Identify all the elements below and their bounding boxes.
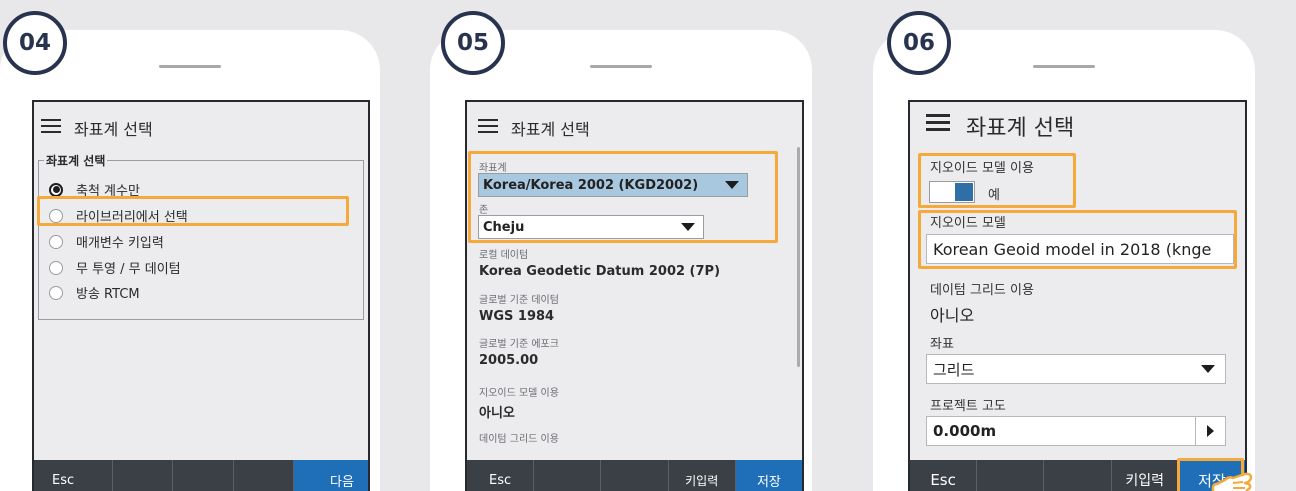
global-datum-label: 글로벌 기준 데이텀 — [479, 295, 559, 306]
phone-speaker — [159, 65, 221, 68]
phone-frame-04: 좌표계 선택 좌표계 선택 축척 계수만 라이브러리에서 선택 매개변수 키입력… — [0, 30, 380, 491]
global-epoch-value: 2005.00 — [479, 353, 539, 368]
empty-softkey[interactable] — [601, 460, 669, 491]
option-label: 방송 RTCM — [76, 287, 140, 302]
local-datum-value: Korea Geodetic Datum 2002 (7P) — [479, 264, 721, 279]
bottom-button-bar: Esc 다음 — [34, 460, 368, 491]
empty-softkey[interactable] — [534, 460, 602, 491]
datum-grid-value: 아니오 — [930, 306, 975, 325]
option-label: 매개변수 키입력 — [76, 236, 164, 251]
hamburger-icon[interactable] — [926, 114, 950, 131]
bottom-button-bar: Esc 키입력 저장 — [467, 460, 802, 491]
option-no-projection-no-datum[interactable]: 무 투영 / 무 데이텀 — [49, 258, 181, 277]
radio-selected[interactable] — [49, 182, 63, 197]
coordinates-label: 좌표 — [930, 337, 954, 352]
esc-button[interactable]: Esc — [34, 460, 113, 491]
page-title: 좌표계 선택 — [74, 120, 153, 139]
caret-down-icon — [1201, 365, 1215, 373]
phone-frame-06: 좌표계 선택 지오이드 모델 이용 예 지오이드 모델 Korean Geoid… — [873, 30, 1255, 491]
empty-softkey[interactable] — [977, 460, 1045, 491]
highlight-coordinate-system — [468, 151, 778, 243]
datum-grid-label: 데이텀 그리드 이용 — [479, 434, 559, 445]
group-legend: 좌표계 선택 — [44, 152, 108, 169]
hamburger-icon[interactable] — [41, 119, 61, 133]
option-label: 무 투영 / 무 데이텀 — [76, 262, 181, 277]
scrollbar[interactable] — [797, 147, 800, 367]
next-button[interactable]: 다음 — [294, 460, 368, 491]
project-height-label: 프로젝트 고도 — [930, 399, 1006, 414]
project-height-field[interactable]: 0.000m — [926, 416, 1226, 446]
geoid-use-label: 지오이드 모델 이용 — [479, 388, 559, 399]
global-epoch-label: 글로벌 기준 에포크 — [479, 339, 559, 350]
page-title: 좌표계 선택 — [511, 120, 590, 139]
key-in-button[interactable]: 키입력 — [1112, 460, 1179, 491]
step-badge-05: 05 — [441, 11, 505, 75]
radio[interactable] — [49, 260, 63, 275]
arrow-right-icon — [1207, 425, 1214, 437]
coordinates-select[interactable]: 그리드 — [926, 354, 1226, 384]
highlight-library-option — [37, 196, 349, 226]
empty-softkey[interactable] — [1044, 460, 1112, 491]
step-badge-06: 06 — [887, 11, 951, 75]
radio[interactable] — [49, 234, 63, 249]
key-in-button[interactable]: 키입력 — [669, 460, 736, 491]
highlight-geoid-use — [918, 153, 1076, 208]
option-key-in-parameters[interactable]: 매개변수 키입력 — [49, 232, 164, 251]
coordinate-system-group: 좌표계 선택 축척 계수만 라이브러리에서 선택 매개변수 키입력 무 투영 /… — [38, 152, 364, 320]
empty-softkey[interactable] — [234, 460, 295, 491]
screen-04: 좌표계 선택 좌표계 선택 축척 계수만 라이브러리에서 선택 매개변수 키입력… — [32, 100, 370, 491]
global-datum-value: WGS 1984 — [479, 309, 555, 324]
step-badge-04: 04 — [3, 11, 67, 75]
height-menu-button[interactable] — [1195, 417, 1225, 445]
page-title: 좌표계 선택 — [966, 116, 1075, 141]
local-datum-label: 로컬 데이텀 — [479, 250, 529, 261]
esc-button[interactable]: Esc — [467, 460, 535, 491]
phone-speaker — [1033, 65, 1095, 68]
empty-softkey[interactable] — [113, 460, 174, 491]
datum-grid-label: 데이텀 그리드 이용 — [930, 283, 1034, 298]
pointing-hand-icon — [1211, 472, 1253, 491]
radio[interactable] — [49, 285, 63, 300]
phone-speaker — [590, 65, 652, 68]
save-button[interactable]: 저장 — [735, 460, 802, 491]
option-broadcast-rtcm[interactable]: 방송 RTCM — [49, 283, 140, 302]
coordinates-value: 그리드 — [933, 360, 975, 379]
esc-button[interactable]: Esc — [910, 460, 978, 491]
phone-frame-05: 좌표계 선택 좌표계 Korea/Korea 2002 (KGD2002) 존 … — [430, 30, 812, 491]
geoid-use-value: 아니오 — [479, 406, 515, 421]
hamburger-icon[interactable] — [478, 119, 498, 133]
highlight-geoid-model — [918, 210, 1237, 269]
project-height-value: 0.000m — [933, 422, 997, 440]
empty-softkey[interactable] — [173, 460, 234, 491]
